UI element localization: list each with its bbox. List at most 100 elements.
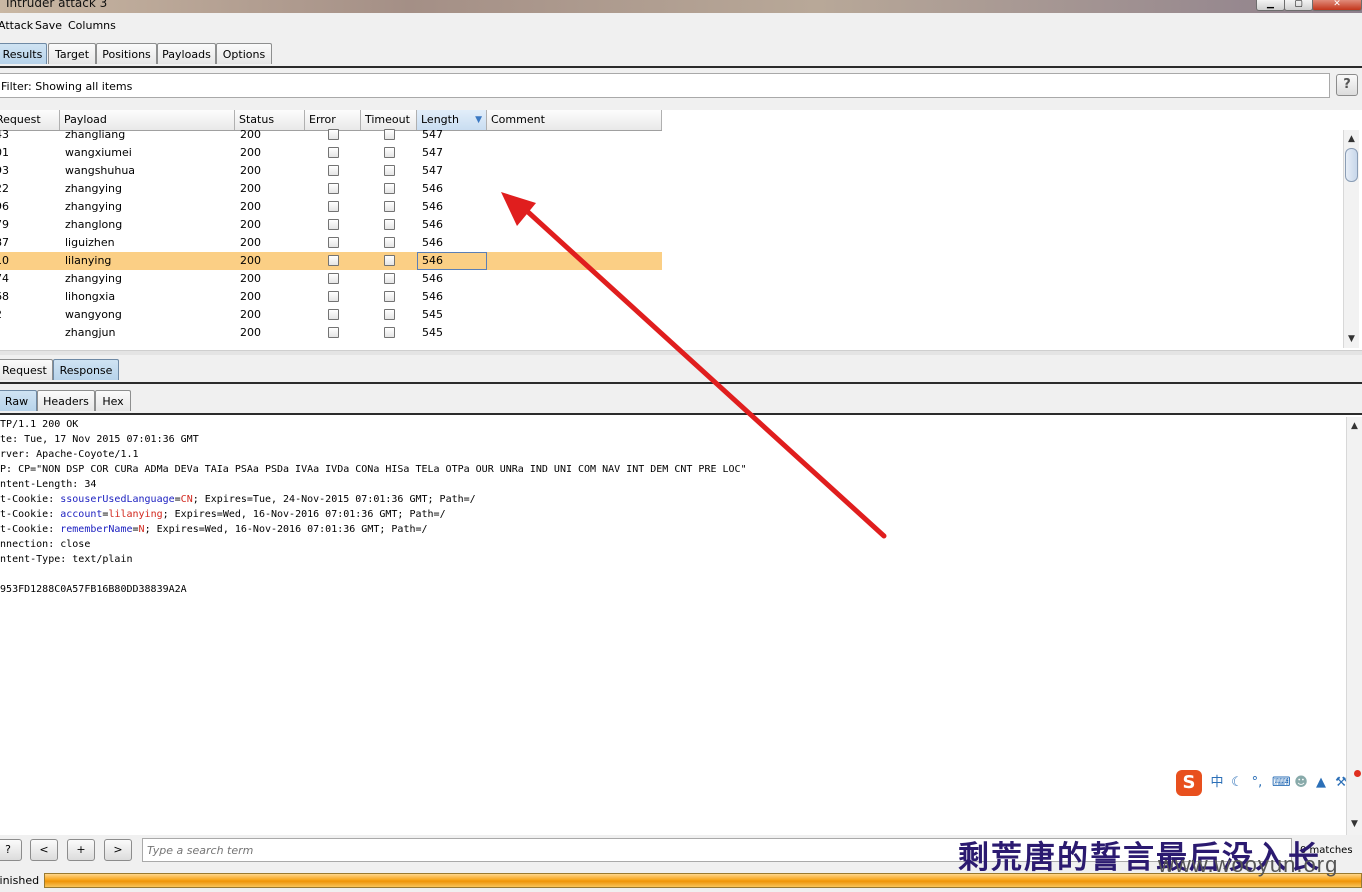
skin-icon[interactable]: ▲ (1312, 774, 1330, 792)
table-row[interactable]: 122 zhangying 200 546 (0, 180, 662, 198)
table-row[interactable]: 174 zhangying 200 546 (0, 270, 662, 288)
timeout-checkbox[interactable] (384, 255, 395, 266)
table-row[interactable]: 310lilanying200546 (0, 252, 662, 270)
timeout-checkbox[interactable] (384, 201, 395, 212)
chinese-mode-icon[interactable]: 中 (1208, 774, 1226, 792)
table-row[interactable]: 196 zhangying 200 546 (0, 198, 662, 216)
response-line: P3P: CP="NON DSP COR CURa ADMa DEVa TAIa… (0, 464, 747, 475)
timeout-checkbox[interactable] (384, 309, 395, 320)
filter-bar[interactable]: Filter: Showing all items (0, 73, 1330, 98)
response-line: Connection: close (0, 539, 90, 550)
scroll-thumb[interactable] (1345, 148, 1358, 182)
error-checkbox[interactable] (328, 327, 339, 338)
menu-save[interactable]: Save (35, 19, 62, 32)
keyboard-icon[interactable]: ⌨ (1272, 774, 1291, 792)
error-checkbox[interactable] (328, 147, 339, 158)
cell-request: 193 (0, 164, 9, 177)
error-checkbox[interactable] (328, 291, 339, 302)
timeout-checkbox[interactable] (384, 129, 395, 140)
close-button[interactable]: ✕ (1312, 0, 1362, 11)
cell-payload: zhangying (65, 182, 122, 195)
scroll-down-icon[interactable]: ▼ (1347, 817, 1362, 831)
timeout-checkbox[interactable] (384, 219, 395, 230)
error-checkbox[interactable] (328, 183, 339, 194)
error-checkbox[interactable] (328, 273, 339, 284)
tab-positions[interactable]: Positions (96, 43, 157, 64)
tab-options[interactable]: Options (216, 43, 272, 64)
table-row[interactable]: 168 lihongxia 200 546 (0, 288, 662, 306)
window-title: Intruder attack 3 (6, 0, 108, 10)
cell-status: 200 (240, 128, 261, 141)
error-checkbox[interactable] (328, 255, 339, 266)
cell-status: 200 (240, 182, 261, 195)
tab-response[interactable]: Response (53, 359, 119, 380)
moon-icon[interactable]: ☾ (1228, 774, 1246, 792)
table-row[interactable]: 193 wangshuhua 200 547 (0, 162, 662, 180)
help-button[interactable]: ? (1336, 74, 1358, 96)
scroll-down-icon[interactable]: ▼ (1344, 332, 1359, 346)
table-scrollbar[interactable]: ▲ ▼ (1343, 130, 1359, 348)
cell-payload: lihongxia (65, 290, 116, 303)
response-viewer[interactable]: HTTP/1.1 200 OK Date: Tue, 17 Nov 2015 07… (0, 417, 1346, 835)
error-checkbox[interactable] (328, 165, 339, 176)
timeout-checkbox[interactable] (384, 273, 395, 284)
maximize-button[interactable]: ▢ (1284, 0, 1313, 11)
cookie-name: ssouserUsedLanguage (60, 494, 175, 505)
cell-request: 287 (0, 236, 9, 249)
response-text: ; Expires=Tue, 24-Nov-2015 07:01:36 GMT;… (192, 494, 476, 505)
error-checkbox[interactable] (328, 201, 339, 212)
tab-results[interactable]: Results (0, 43, 47, 64)
tab-payloads[interactable]: Payloads (157, 43, 216, 64)
cell-status: 200 (240, 236, 261, 249)
response-text: Content-Length: 34 (0, 479, 97, 490)
table-row[interactable]: 179 zhanglong 200 546 (0, 216, 662, 234)
cell-payload: zhangjun (65, 326, 116, 339)
scroll-up-icon[interactable]: ▲ (1347, 419, 1362, 433)
detail-tab-bar: Request Response (0, 355, 1362, 383)
prev-match-button[interactable]: < (30, 839, 58, 861)
response-text: Content-Type: text/plain (0, 554, 133, 565)
menu-columns[interactable]: Columns (68, 19, 116, 32)
table-row[interactable]: 12 wangyong 200 545 (0, 306, 662, 324)
tab-headers[interactable]: Headers (37, 390, 95, 411)
timeout-checkbox[interactable] (384, 165, 395, 176)
help-button[interactable]: ? (0, 839, 22, 861)
timeout-checkbox[interactable] (384, 291, 395, 302)
cell-payload: wangyong (65, 308, 122, 321)
view-tab-bar: Raw Headers Hex (0, 384, 1362, 413)
user-icon[interactable]: ☻ (1292, 774, 1310, 792)
focused-cell (417, 252, 487, 270)
results-table: Request Payload Status Error Timeout Len… (0, 110, 662, 348)
col-length-label: Length (421, 113, 459, 126)
timeout-checkbox[interactable] (384, 147, 395, 158)
table-row[interactable]: 287 liguizhen 200 546 (0, 234, 662, 252)
sogou-logo-icon[interactable]: S (1176, 770, 1202, 796)
tab-request[interactable]: Request (0, 359, 53, 380)
notification-dot (1354, 770, 1361, 777)
error-checkbox[interactable] (328, 129, 339, 140)
response-line: Content-Length: 34 (0, 479, 96, 490)
cell-request: 12 (0, 306, 2, 324)
tab-raw[interactable]: Raw (0, 390, 37, 411)
minimize-button[interactable]: ▁ (1256, 0, 1285, 11)
punctuation-icon[interactable]: °, (1248, 774, 1266, 792)
tab-target[interactable]: Target (48, 43, 96, 64)
menu-attack[interactable]: Attack (0, 19, 33, 32)
timeout-checkbox[interactable] (384, 183, 395, 194)
table-row[interactable]: 401 wangxiumei 200 547 (0, 144, 662, 162)
table-row[interactable]: 3zhangjun200545 (0, 324, 662, 342)
scroll-up-icon[interactable]: ▲ (1344, 132, 1359, 146)
next-match-button[interactable]: > (104, 839, 132, 861)
error-checkbox[interactable] (328, 219, 339, 230)
tools-icon[interactable]: ⚒ (1332, 774, 1350, 792)
cell-request: 196 (0, 200, 9, 213)
response-line: Set-Cookie: ssouserUsedLanguage=CN; Expi… (0, 494, 476, 505)
add-button[interactable]: + (67, 839, 95, 861)
timeout-checkbox[interactable] (384, 237, 395, 248)
status-text: Finished (0, 874, 40, 887)
timeout-checkbox[interactable] (384, 327, 395, 338)
error-checkbox[interactable] (328, 237, 339, 248)
tab-hex[interactable]: Hex (95, 390, 131, 411)
table-row[interactable]: 243 zhangliang 200 547 (0, 126, 662, 144)
error-checkbox[interactable] (328, 309, 339, 320)
